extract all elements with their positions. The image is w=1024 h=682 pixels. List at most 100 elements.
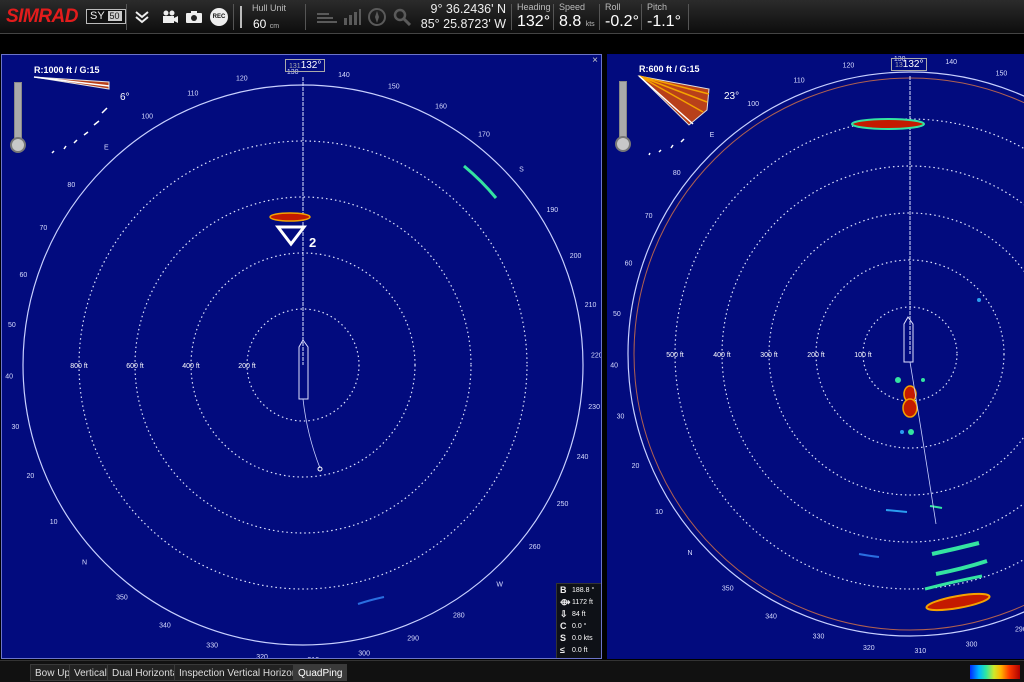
pitch-readout: Pitch -1.1° [644,0,688,34]
left-sonar-panel[interactable]: 200 ft 400 ft 600 ft 800 ft 120 130 140 150 160 1… [1,54,602,659]
sonar-workspace: 200 ft 400 ft 600 ft 800 ft 120 130 140 150 160 1… [0,34,1024,660]
speed-number: 8.8 [559,13,582,30]
camera-video-icon[interactable] [159,6,181,28]
info-key: ⟴ [560,596,571,607]
right-sonar-panel[interactable]: 100 ft 200 ft 300 ft 400 ft 500 ft 120 130 140 1… [607,54,1024,659]
bearing-label: 190 [546,207,558,214]
bearing-label: 100 [747,101,759,108]
bearing-label: 40 [5,373,13,380]
info-value: 1172 ft [572,598,593,606]
roll-readout: Roll -0.2° [602,0,642,34]
separator [641,4,642,30]
fish-school-echo[interactable] [269,212,311,222]
range-ring-label: 600 ft [126,363,144,370]
info-row: ⟴ 1172 ft [557,596,601,608]
roll-value: -0.2° [605,13,639,30]
separator [688,4,689,30]
tab-vertical[interactable]: Vertical [69,664,112,681]
bearing-label: 240 [577,454,589,461]
heading-box-value: 132° [300,60,322,71]
chevron-down-icon[interactable] [131,6,153,28]
echo-trail [858,553,880,558]
bearing-label: 70 [645,213,653,220]
bar-chart-icon[interactable] [341,6,363,28]
model-number: 50 [107,11,122,21]
bearing-label: 80 [673,170,681,177]
info-key: ⇩ [560,608,568,619]
bearing-label: 140 [945,59,957,66]
info-key: C [560,621,567,631]
signal-strength-icon[interactable] [316,6,338,28]
bearing-label: 40 [610,362,618,369]
separator [511,4,512,30]
bearing-label: 350 [722,585,734,592]
hull-unit-gauge [240,6,242,28]
fish-school-echo[interactable] [851,118,925,130]
bearing-label: 20 [632,463,640,470]
range-ring-label: 400 ft [182,363,200,370]
range-ring-label: 800 ft [70,363,88,370]
color-palette-legend[interactable] [970,665,1020,679]
tilt-slider-thumb[interactable] [10,137,26,153]
info-value: 0.0 ° [572,622,587,630]
bearing-label: 280 [453,612,465,619]
bearing-label: 80 [67,182,75,189]
echo-trail [929,505,943,509]
compass-icon[interactable] [366,6,388,28]
heading-box: 13132° [891,58,928,71]
echo-trail [924,574,983,591]
fish-school-echo[interactable] [925,591,991,614]
bearing-label: 160 [435,103,447,110]
separator [553,4,554,30]
bearing-label: 300 [966,642,978,649]
bearing-label: 150 [996,70,1008,77]
bearing-label: 310 [307,657,319,659]
hull-unit-value: 60 cm [253,17,279,31]
hull-unit-label: Hull Unit [252,3,287,13]
bearing-label: 300 [358,651,370,658]
record-icon[interactable]: REC [208,6,230,28]
bearing-label: 330 [206,643,218,650]
brand-logo: SIMRAD [6,6,78,27]
range-ring-label: 200 ft [807,352,825,359]
bearing-label: 70 [40,225,48,232]
bearing-label: 10 [50,519,58,526]
info-value: 0.0 ft [572,646,588,654]
tilt-value: 23° [724,91,740,102]
pitch-label: Pitch [647,2,668,12]
bearing-label: 100 [141,114,153,121]
bearing-label: 50 [8,322,16,329]
info-key: ≤ [560,645,565,655]
close-icon[interactable]: × [592,55,598,66]
bearing-label: N [687,550,692,557]
echo-dot [900,430,904,434]
bearing-label: 110 [187,90,198,97]
bearing-label: N [82,560,87,567]
fish-echo[interactable] [902,398,918,418]
speed-unit: kts [585,21,595,28]
echo-trail [357,596,385,605]
camera-icon[interactable] [183,6,205,28]
speed-value: 8.8 kts [559,13,595,31]
info-row: ⇩ 84 ft [557,608,601,620]
tab-quadping[interactable]: QuadPing [293,664,348,681]
heading-readout: Heading 132° [514,0,554,34]
tilt-indicator [637,75,710,156]
model-badge: SY 50 [86,9,126,24]
range-ring-label: 500 ft [666,352,684,359]
heading-box-prefix: 13 [895,62,903,69]
speed-readout: Speed 8.8 kts [556,0,598,34]
echo-trail [885,509,908,513]
target-marker-icon[interactable] [274,225,308,247]
boat-track [909,361,937,525]
bearing-label: 120 [236,75,248,82]
range-ring-label: 400 ft [713,352,731,359]
bearing-label: 140 [338,72,350,79]
tilt-slider-thumb[interactable] [615,136,631,152]
hull-unit-unit: cm [269,23,280,30]
search-icon[interactable] [391,6,413,28]
separator [126,4,127,30]
heading-box-prefix: 131 [289,63,301,70]
speed-label: Speed [559,2,586,12]
echo-dot [908,429,914,435]
